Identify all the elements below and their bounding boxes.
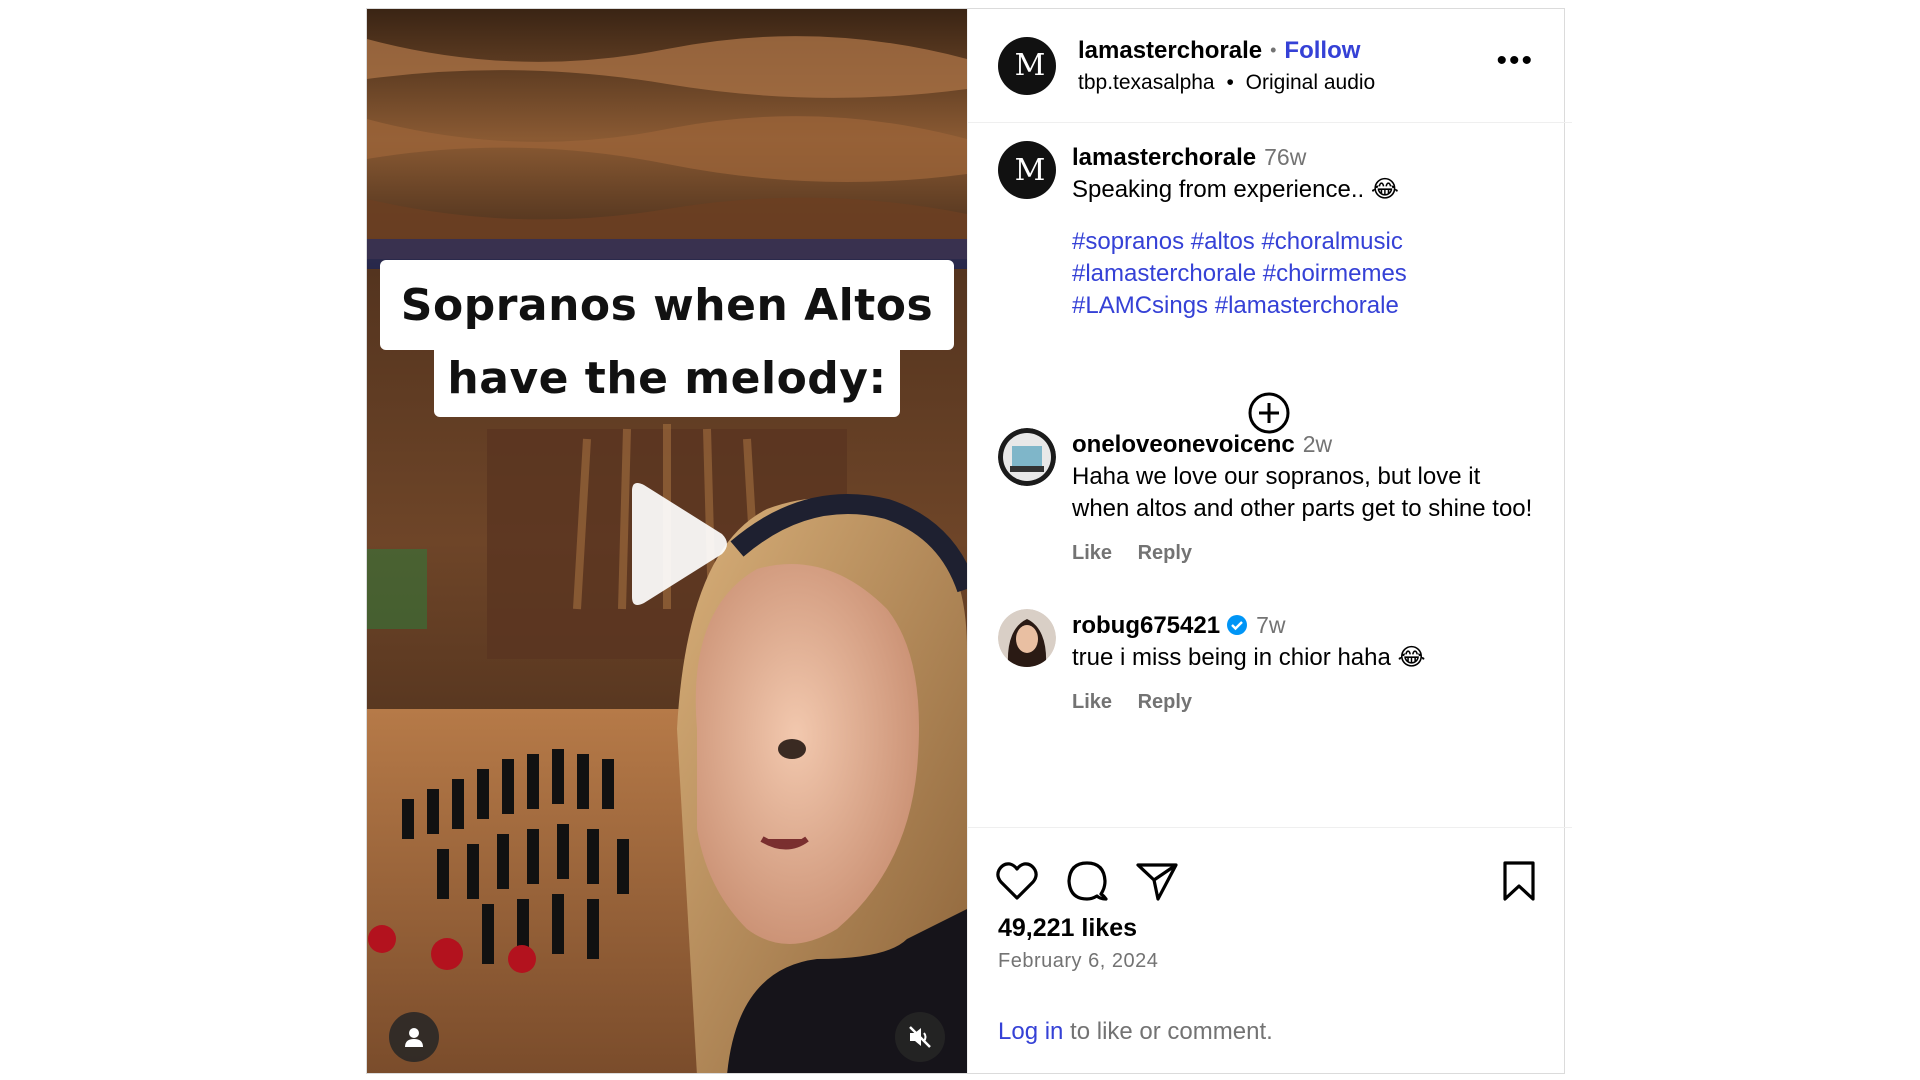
author-username[interactable]: lamasterchorale <box>1078 37 1262 65</box>
likes-count[interactable]: 49,221 likes <box>998 914 1137 943</box>
comment-body: robug675421 7w true i miss being in chior… <box>1072 609 1426 718</box>
commenter-avatar[interactable] <box>998 609 1056 667</box>
comment-actions: Like Reply <box>1072 537 1542 569</box>
comments-section: M lamasterchorale 76w Speaking from exper… <box>968 123 1572 827</box>
caption-hashtags-line-1[interactable]: #sopranos #altos #choralmusic <box>1072 226 1407 258</box>
muted-speaker-icon <box>909 1026 931 1048</box>
audio-user-link[interactable]: tbp.texasalpha <box>1078 71 1215 94</box>
original-audio-link[interactable]: Original audio <box>1246 71 1376 94</box>
comment-item: robug675421 7w true i miss being in chior… <box>998 609 1542 718</box>
post-header: M lamasterchorale • Follow tbp.texasalph… <box>968 9 1572 123</box>
header-separator: • <box>1270 40 1277 60</box>
instagram-post: Sopranos when Altos have the melody: M l… <box>366 8 1572 1074</box>
post-date: February 6, 2024 <box>998 950 1159 972</box>
heart-icon[interactable] <box>994 858 1040 904</box>
post-side-panel: M lamasterchorale • Follow tbp.texasalph… <box>967 9 1572 1073</box>
caption-hashtags-line-3[interactable]: #LAMCsings #lamasterchorale <box>1072 290 1407 322</box>
play-icon[interactable] <box>612 479 732 609</box>
comment-time: 7w <box>1256 612 1286 638</box>
follow-button[interactable]: Follow <box>1284 37 1360 65</box>
video-caption-line-1: Sopranos when Altos <box>380 260 954 350</box>
tagged-users-button[interactable] <box>389 1012 439 1062</box>
caption-text: Speaking from experience.. 😂 <box>1072 176 1399 203</box>
comment-actions: Like Reply <box>1072 686 1426 718</box>
load-more-comments-icon[interactable] <box>1247 391 1291 435</box>
login-prompt-text: to like or comment. <box>1063 1018 1273 1045</box>
comment-reply-button[interactable]: Reply <box>1138 542 1192 564</box>
login-link[interactable]: Log in <box>998 1018 1063 1045</box>
commenter-avatar[interactable] <box>998 428 1056 486</box>
bookmark-icon[interactable] <box>1496 858 1542 904</box>
comment-like-button[interactable]: Like <box>1072 542 1112 564</box>
share-icon[interactable] <box>1134 858 1180 904</box>
audio-separator: • <box>1226 70 1234 94</box>
action-bar <box>994 858 1180 904</box>
comment-reply-button[interactable]: Reply <box>1138 691 1192 713</box>
comment-username[interactable]: robug675421 <box>1072 612 1220 639</box>
verified-badge-icon <box>1227 615 1248 635</box>
more-options-icon[interactable]: ••• <box>1496 46 1534 76</box>
comment-time: 2w <box>1302 431 1333 457</box>
comment-username[interactable]: oneloveonevoicenc <box>1072 431 1295 458</box>
comment-text: true i miss being in chior haha 😂 <box>1072 644 1426 671</box>
video-player[interactable]: Sopranos when Altos have the melody: <box>367 9 967 1073</box>
post-caption: M lamasterchorale 76w Speaking from exper… <box>998 141 1542 322</box>
comment-icon[interactable] <box>1064 858 1110 904</box>
mute-toggle-button[interactable] <box>895 1012 945 1062</box>
caption-hashtags-line-2[interactable]: #lamasterchorale #choirmemes <box>1072 258 1407 290</box>
caption-author-avatar[interactable]: M <box>998 141 1056 199</box>
caption-username[interactable]: lamasterchorale <box>1072 144 1256 171</box>
caption-time: 76w <box>1264 144 1307 170</box>
comment-text: Haha we love our sopranos, but love it w… <box>1072 463 1533 522</box>
person-icon <box>405 1028 423 1047</box>
author-avatar[interactable]: M <box>998 36 1056 95</box>
video-caption-line-2: have the melody: <box>434 339 900 417</box>
post-footer: 49,221 likes February 6, 2024 Log in to … <box>968 827 1572 1073</box>
comment-body: oneloveonevoicenc 2w Haha we love our sop… <box>1072 428 1542 569</box>
caption-body: lamasterchorale 76w Speaking from experie… <box>1072 141 1407 322</box>
comment-item: oneloveonevoicenc 2w Haha we love our sop… <box>998 428 1542 569</box>
comment-like-button[interactable]: Like <box>1072 691 1112 713</box>
login-prompt: Log in to like or comment. <box>998 1018 1273 1046</box>
author-meta: lamasterchorale • Follow tbp.texasalpha … <box>1078 37 1375 95</box>
